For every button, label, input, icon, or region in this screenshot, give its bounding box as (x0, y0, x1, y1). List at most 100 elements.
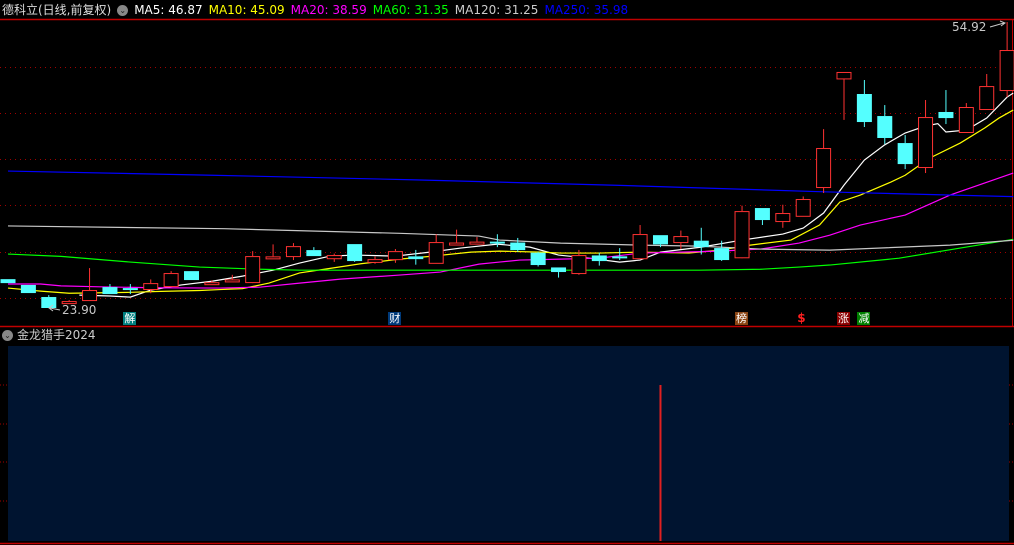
event-marker[interactable]: 解 (123, 312, 137, 325)
candle-body (143, 283, 159, 291)
candle-body (387, 251, 403, 261)
candle-body (530, 252, 546, 266)
candle (102, 284, 118, 295)
ma250-label: MA250: 35.98 (544, 3, 629, 17)
ma20-label: MA20: 38.59 (290, 3, 367, 17)
candle-body (877, 116, 893, 138)
candle-body (612, 256, 628, 259)
candle (265, 244, 281, 260)
event-marker[interactable]: 榜 (735, 312, 749, 325)
candle (714, 240, 730, 261)
candle-body (489, 241, 505, 244)
event-marker[interactable]: 涨 (836, 312, 850, 325)
ma20-line (8, 172, 1014, 289)
candle-body (41, 297, 57, 308)
candle (693, 227, 709, 255)
candle-body (224, 279, 240, 283)
candle-body (184, 271, 200, 281)
ma10-line (7, 109, 1014, 294)
candle (347, 244, 363, 262)
stock-title: 德科立(日线,前复权) (2, 3, 112, 17)
event-marker[interactable]: 财 (388, 312, 402, 325)
candle (184, 271, 200, 281)
candle-body (897, 143, 913, 165)
candle (285, 243, 301, 261)
candle-body (693, 240, 709, 248)
candle (530, 251, 546, 267)
event-marker[interactable]: 减 (857, 312, 871, 325)
candle-body (856, 94, 872, 123)
candle (82, 268, 98, 302)
candle-body (163, 273, 179, 288)
candle (245, 251, 261, 284)
candle-body (734, 211, 750, 259)
candle-body (102, 287, 118, 295)
high-arrow-icon (989, 20, 1007, 28)
candle (999, 22, 1014, 98)
candle (367, 256, 383, 264)
candle-body (754, 208, 770, 221)
candle-body (958, 107, 974, 133)
candle-body (285, 246, 301, 258)
candle-body (408, 256, 424, 260)
candle (795, 196, 811, 217)
collapse-chevron-icon[interactable]: ⌄ (117, 4, 129, 16)
candle (979, 74, 995, 111)
indicator-panel (8, 346, 1009, 541)
candle-body (469, 241, 485, 245)
indicator-header: ⌄ 金龙猎手2024 (2, 328, 96, 343)
candle-body (306, 250, 322, 257)
candle (816, 129, 832, 194)
candle-body (510, 242, 526, 251)
event-marker[interactable]: $ (796, 312, 806, 325)
candle (306, 247, 322, 257)
candle-body (428, 242, 444, 264)
candle-body (82, 290, 98, 302)
candle-body (265, 256, 281, 260)
candle (0, 279, 16, 284)
candle-body (652, 235, 668, 245)
candle (612, 248, 628, 261)
candle-body (816, 148, 832, 189)
candle-body (0, 279, 16, 284)
ma250-line (7, 170, 1014, 198)
candle-body (632, 234, 648, 260)
indicator-chevron-icon[interactable]: ⌄ (2, 330, 13, 341)
candle-body (326, 255, 342, 260)
candlesticks (0, 22, 1014, 308)
candle (41, 295, 57, 308)
ma10-label: MA10: 45.09 (208, 3, 285, 17)
candle (20, 284, 36, 294)
ma120-label: MA120: 31.25 (454, 3, 539, 17)
candle (958, 103, 974, 133)
candle (551, 267, 567, 278)
candle-body (245, 256, 261, 284)
ma60-label: MA60: 31.35 (372, 3, 449, 17)
candle (428, 234, 444, 264)
candle (754, 208, 770, 226)
candle (632, 225, 648, 260)
candle (326, 253, 342, 262)
low-price-label: 23.90 (62, 303, 96, 317)
candle (469, 237, 485, 245)
candle-body (571, 255, 587, 275)
candle (163, 271, 179, 288)
candle-body (20, 284, 36, 294)
candle-body (999, 50, 1014, 92)
candle-body (673, 236, 689, 244)
chart-canvas[interactable]: 54.92 23.90 (0, 0, 1014, 545)
candle-body (775, 213, 791, 223)
candle (918, 100, 934, 174)
candle-body (714, 248, 730, 261)
candle-body (918, 117, 934, 169)
ma5-label: MA5: 46.87 (134, 3, 203, 17)
candle-body (367, 259, 383, 263)
candle-body (551, 267, 567, 273)
candle-body (795, 199, 811, 217)
candle-body (122, 288, 138, 291)
indicator-title: 金龙猎手2024 (17, 328, 96, 342)
candle-body (449, 242, 465, 246)
candle-body (836, 71, 852, 80)
high-price-label: 54.92 (952, 20, 986, 34)
candle (836, 71, 852, 120)
